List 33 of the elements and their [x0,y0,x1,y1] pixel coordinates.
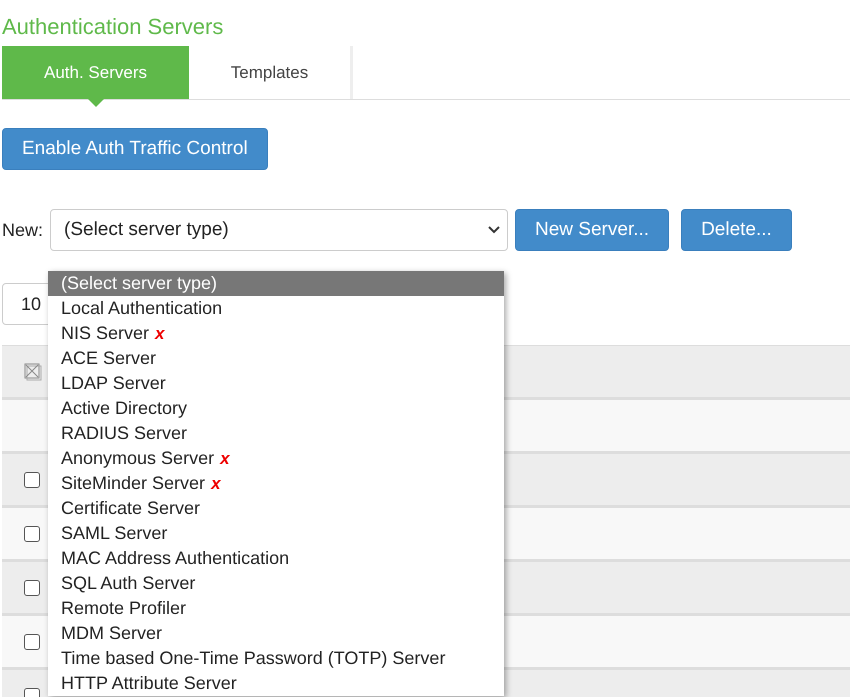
row-checkbox[interactable] [24,526,40,542]
dropdown-option[interactable]: HTTP Attribute Server [48,671,504,696]
dropdown-option[interactable]: ACE Server [48,346,504,371]
chevron-down-icon [487,225,502,235]
unsupported-mark: x [211,474,221,494]
row-checkbox[interactable] [24,634,40,650]
dropdown-option[interactable]: MDM Server [48,621,504,646]
dropdown-option[interactable]: SQL Auth Server [48,571,504,596]
dropdown-option[interactable]: Time based One-Time Password (TOTP) Server [48,646,504,671]
dropdown-option[interactable]: Certificate Server [48,496,504,521]
tab-pointer [88,99,104,107]
unsupported-mark: x [155,324,164,344]
dropdown-option[interactable]: LDAP Server [48,371,504,396]
dropdown-option[interactable]: RADIUS Server [48,421,504,446]
page-title: Authentication Servers [2,13,224,41]
dropdown-option[interactable]: Remote Profiler [48,596,504,621]
delete-button[interactable]: Delete... [681,209,792,251]
new-server-button[interactable]: New Server... [515,209,670,251]
select-all-icon[interactable] [24,362,42,380]
dropdown-option[interactable]: SiteMinder Server x [48,471,504,496]
dropdown-option[interactable]: Local Authentication [48,296,504,321]
dropdown-option[interactable]: NIS Server x [48,321,504,346]
row-checkbox[interactable] [24,472,40,488]
new-label: New: [2,220,44,240]
dropdown-option[interactable]: (Select server type) [48,271,504,296]
dropdown-option[interactable]: MAC Address Authentication [48,546,504,571]
dropdown-option[interactable]: SAML Server [48,521,504,546]
unsupported-mark: x [220,448,230,468]
server-type-select[interactable]: (Select server type) [50,209,508,251]
enable-traffic-control-button[interactable]: Enable Auth Traffic Control [2,128,268,170]
dropdown-option[interactable]: Anonymous Server x [48,446,504,471]
dropdown-option[interactable]: Active Directory [48,396,504,421]
row-checkbox[interactable] [24,580,40,596]
